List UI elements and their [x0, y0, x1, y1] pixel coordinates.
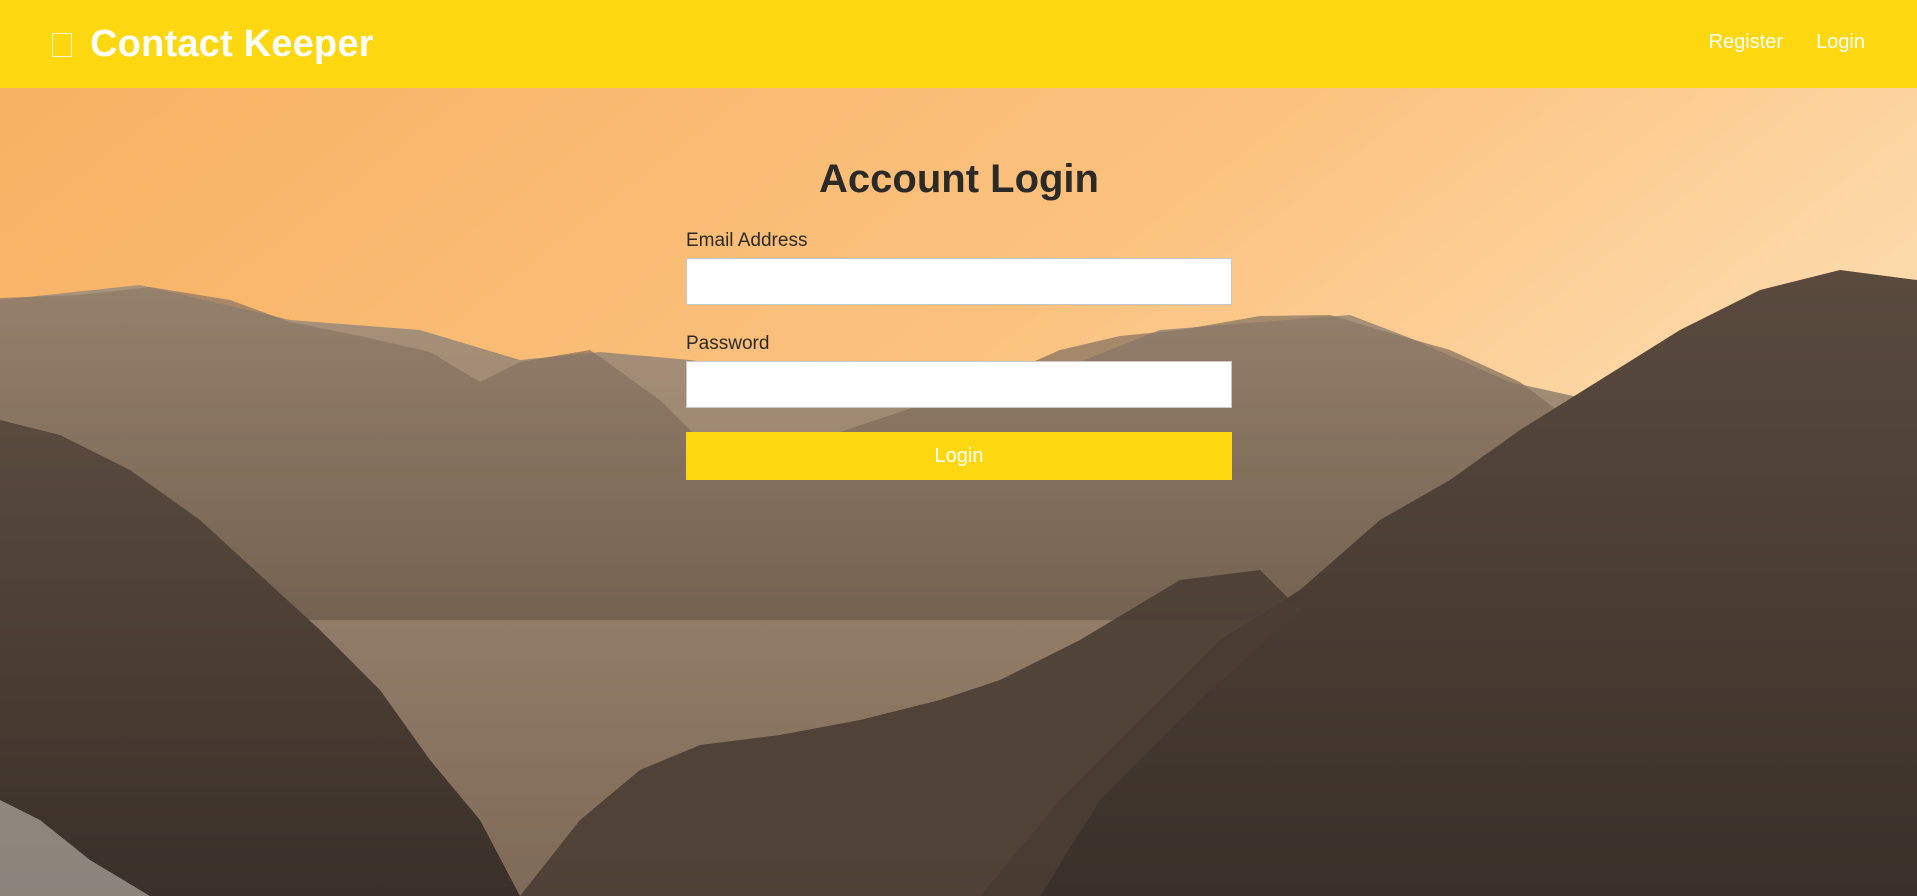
nav-links: Register Login [1709, 31, 1865, 54]
id-card-icon [52, 33, 72, 57]
email-field[interactable] [686, 258, 1232, 305]
brand-title: Contact Keeper [90, 22, 374, 65]
email-label: Email Address [686, 230, 808, 251]
page: Contact Keeper Register Login Account Lo… [0, 0, 1917, 896]
password-label: Password [686, 333, 770, 354]
brand[interactable]: Contact Keeper [52, 23, 374, 66]
nav-link-register[interactable]: Register [1709, 31, 1783, 54]
page-title: Account Login [819, 157, 1099, 201]
login-button[interactable]: Login [686, 432, 1232, 480]
login-form: Account Login Email Address Password Log… [686, 150, 1232, 480]
navbar: Contact Keeper Register Login [0, 0, 1917, 88]
password-field[interactable] [686, 361, 1232, 408]
nav-link-login[interactable]: Login [1816, 31, 1865, 54]
